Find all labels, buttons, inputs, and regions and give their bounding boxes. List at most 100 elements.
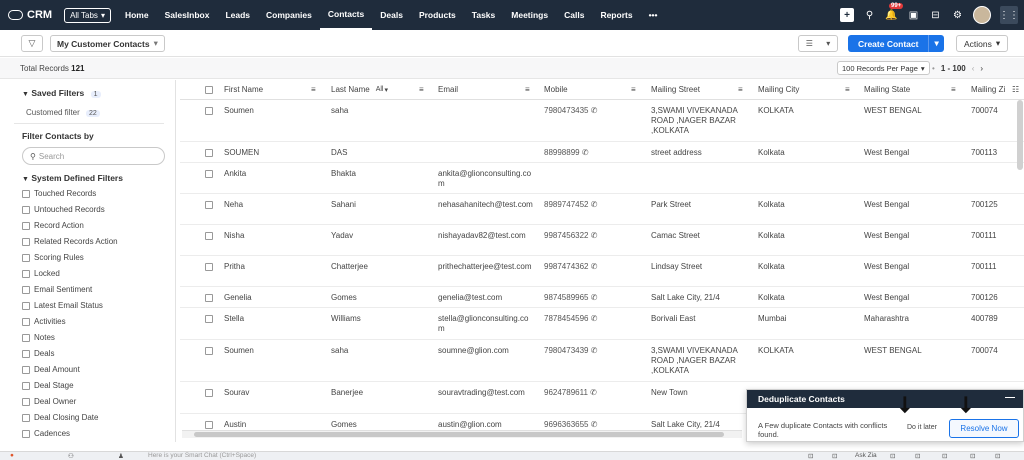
checkbox[interactable] [22, 397, 30, 406]
row-checkbox[interactable] [205, 232, 213, 240]
filter-deal-closing-date[interactable]: Deal Closing Date [22, 413, 98, 422]
cell-mobile[interactable]: 7878454596 ✆ [544, 314, 597, 324]
cell-first-name[interactable]: Genelia [224, 293, 252, 303]
phone-icon[interactable]: ✆ [591, 346, 598, 355]
checkbox[interactable] [22, 333, 30, 342]
row-checkbox[interactable] [205, 294, 213, 302]
more-tabs-button[interactable]: ••• [641, 0, 666, 30]
table-row[interactable]: Soumen saha soumne@glion.com 7980473439 … [180, 340, 1024, 382]
filter-locked[interactable]: Locked [22, 269, 60, 278]
scrollbar-thumb[interactable] [194, 432, 724, 437]
checkbox[interactable] [22, 205, 30, 214]
tool-icon[interactable]: ⊡ [915, 452, 920, 460]
search-icon[interactable]: ⚲ [863, 9, 876, 22]
row-checkbox[interactable] [205, 263, 213, 271]
list-view-toggle[interactable]: ☰ ▾ [798, 35, 838, 52]
tool-icon[interactable]: ⊡ [970, 452, 975, 460]
row-checkbox[interactable] [205, 315, 213, 323]
cell-mobile[interactable]: 9696363655 ✆ [544, 420, 597, 430]
cell-first-name[interactable]: Soumen [224, 106, 254, 116]
checkbox[interactable] [22, 349, 30, 358]
minimize-icon[interactable]: — [1005, 392, 1015, 403]
column-mailing-state[interactable]: Mailing State [864, 85, 910, 94]
chat-icon[interactable]: ● [10, 452, 14, 459]
filter-search-input[interactable]: ⚲ Search [22, 147, 165, 165]
column-menu-icon[interactable]: ≡ [845, 85, 850, 94]
cell-mobile[interactable]: 9874589965 ✆ [544, 293, 597, 303]
cell-mobile[interactable]: 8989747452 ✆ [544, 200, 597, 210]
cell-email[interactable]: prithechatterjee@test.com [438, 262, 533, 272]
phone-icon[interactable]: ✆ [591, 106, 598, 115]
filter-email-sentiment[interactable]: Email Sentiment [22, 285, 92, 294]
cell-email[interactable]: austin@glion.com [438, 420, 533, 430]
prev-page-icon[interactable]: ‹ [972, 64, 975, 73]
tab-salesinbox[interactable]: SalesInbox [157, 0, 218, 30]
do-it-later-button[interactable]: Do it later [907, 424, 937, 431]
cell-email[interactable]: nehasahanitech@test.com [438, 200, 533, 210]
tool-icon[interactable]: ⊡ [942, 452, 947, 460]
tab-tasks[interactable]: Tasks [464, 0, 503, 30]
cell-mobile[interactable]: 9987456322 ✆ [544, 231, 597, 241]
cell-first-name[interactable]: Soumen [224, 346, 254, 356]
filter-latest-email-status[interactable]: Latest Email Status [22, 301, 103, 310]
checkbox[interactable] [22, 253, 30, 262]
checkbox[interactable] [22, 317, 30, 326]
checkbox[interactable] [22, 413, 30, 422]
column-menu-icon[interactable]: ≡ [738, 85, 743, 94]
tab-meetings[interactable]: Meetings [503, 0, 556, 30]
records-per-page-select[interactable]: 100 Records Per Page ▾ [837, 61, 930, 75]
cell-email[interactable]: souravtrading@test.com [438, 388, 533, 398]
checkbox[interactable] [22, 365, 30, 374]
cell-email[interactable]: genelia@test.com [438, 293, 533, 303]
table-row[interactable]: Neha Sahani nehasahanitech@test.com 8989… [180, 194, 1024, 225]
row-checkbox[interactable] [205, 201, 213, 209]
checkbox[interactable] [22, 429, 30, 438]
column-mailing-zip[interactable]: Mailing Zi [971, 85, 1005, 94]
cell-first-name[interactable]: Ankita [224, 169, 246, 179]
vertical-scrollbar[interactable] [1017, 100, 1023, 170]
cell-mobile[interactable]: 9987474362 ✆ [544, 262, 597, 272]
cell-first-name[interactable]: Pritha [224, 262, 245, 272]
cell-first-name[interactable]: Austin [224, 420, 246, 430]
saved-filters-header[interactable]: ▼ Saved Filters 1 [22, 88, 101, 98]
phone-icon[interactable]: ✆ [591, 420, 598, 429]
cell-mobile[interactable]: 9624789611 ✆ [544, 388, 597, 398]
phone-icon[interactable]: ✆ [590, 388, 597, 397]
filter-related-records-action[interactable]: Related Records Action [22, 237, 118, 246]
calendar-icon[interactable]: ▣ [907, 9, 920, 22]
column-menu-icon[interactable]: ≡ [525, 85, 530, 94]
filter-toggle-button[interactable]: ▽ [21, 35, 43, 52]
tab-deals[interactable]: Deals [372, 0, 411, 30]
tab-leads[interactable]: Leads [217, 0, 258, 30]
column-menu-icon[interactable]: ≡ [631, 85, 636, 94]
table-row[interactable]: Genelia Gomes genelia@test.com 987458996… [180, 287, 1024, 308]
row-checkbox[interactable] [205, 107, 213, 115]
filter-cadences[interactable]: Cadences [22, 429, 70, 438]
column-first-name[interactable]: First Name [224, 85, 263, 94]
cell-first-name[interactable]: Nisha [224, 231, 244, 241]
phone-icon[interactable]: ✆ [591, 262, 598, 271]
chevron-down-icon[interactable]: ▾ [928, 35, 943, 52]
column-mobile[interactable]: Mobile [544, 85, 568, 94]
tool-icon[interactable]: ⊡ [808, 452, 813, 460]
cell-mobile[interactable]: 7980473435 ✆ [544, 106, 597, 116]
cell-mobile[interactable]: 7980473439 ✆ [544, 346, 597, 356]
all-tabs-button[interactable]: All Tabs ▾ [64, 7, 111, 23]
create-contact-button[interactable]: Create Contact ▾ [848, 35, 944, 52]
ask-zia-button[interactable]: Ask Zia [855, 452, 877, 459]
checkbox[interactable] [22, 189, 30, 198]
cell-first-name[interactable]: Stella [224, 314, 244, 324]
bell-icon[interactable]: 🔔 99+ [885, 2, 904, 22]
phone-icon[interactable]: ✆ [591, 200, 598, 209]
filter-notes[interactable]: Notes [22, 333, 55, 342]
cell-email[interactable]: nishayadav82@test.com [438, 231, 533, 241]
column-filter-value[interactable]: All [376, 86, 384, 93]
filter-touched-records[interactable]: Touched Records [22, 189, 96, 198]
table-row[interactable]: Soumen saha 7980473435 ✆ 3,SWAMI VIVEKAN… [180, 100, 1024, 142]
phone-icon[interactable]: ✆ [582, 148, 589, 157]
row-checkbox[interactable] [205, 389, 213, 397]
cell-email[interactable]: ankita@glionconsulting.com [438, 169, 533, 189]
checkbox[interactable] [22, 269, 30, 278]
column-menu-icon[interactable]: ≡ [311, 85, 316, 94]
cell-email[interactable]: stella@glionconsulting.com [438, 314, 533, 334]
